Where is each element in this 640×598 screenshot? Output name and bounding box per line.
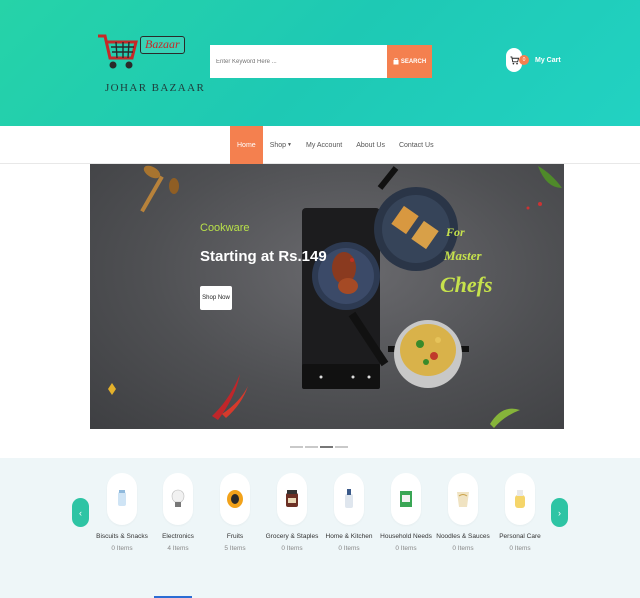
category-count: 0 Items xyxy=(509,545,531,552)
slider-dot[interactable] xyxy=(290,446,303,448)
papaya-icon xyxy=(220,473,250,525)
category-count: 0 Items xyxy=(281,545,303,552)
search-button[interactable]: SEARCH xyxy=(387,45,432,78)
category-item[interactable]: Household Needs 0 Items xyxy=(376,473,436,552)
chevron-left-icon[interactable]: ‹ xyxy=(72,498,89,527)
category-count: 0 Items xyxy=(452,545,474,552)
shopping-cart-logo-icon xyxy=(98,34,138,69)
slider-dots xyxy=(290,446,348,448)
category-name: Electronics xyxy=(162,533,194,540)
category-name: Fruits xyxy=(226,533,244,540)
nav-item-contact-us[interactable]: Contact Us xyxy=(392,126,441,164)
category-item[interactable]: Grocery & Staples 0 Items xyxy=(262,473,322,552)
nav-label: About Us xyxy=(356,141,385,149)
shop-now-button[interactable]: Shop Now xyxy=(200,286,232,310)
category-count: 0 Items xyxy=(395,545,417,552)
category-count: 0 Items xyxy=(111,545,133,552)
nav-item-about-us[interactable]: About Us xyxy=(349,126,392,164)
site-logo[interactable]: Bazaar JOHAR BAZAAR xyxy=(96,30,204,100)
logo-tag: Bazaar xyxy=(140,36,185,54)
badge-line3: Chefs xyxy=(440,272,493,297)
nav-label: Contact Us xyxy=(398,141,434,149)
search-input[interactable] xyxy=(210,45,387,78)
search-button-label: SEARCH xyxy=(400,58,427,65)
cream-bottle-icon xyxy=(505,473,535,525)
category-name: Home & Kitchen xyxy=(325,533,373,540)
kitchen-bottle-icon xyxy=(334,473,364,525)
bag-icon xyxy=(393,58,399,65)
nav-item-my-account[interactable]: My Account xyxy=(299,126,349,164)
cart-icon xyxy=(509,55,519,64)
wooden-spoon-icon xyxy=(140,165,179,213)
slider-dot[interactable] xyxy=(335,446,348,448)
star-anise xyxy=(108,383,116,395)
nav-label: Home xyxy=(237,141,256,149)
badge-line1: For xyxy=(445,225,465,239)
hero-banner[interactable]: For Master Chefs Cookware Starting at Rs… xyxy=(90,164,564,429)
slider-dot[interactable] xyxy=(305,446,318,448)
cart-link[interactable]: 0 My Cart xyxy=(506,48,561,72)
category-name: Grocery & Staples xyxy=(265,533,319,540)
pot-vegetables xyxy=(388,320,469,388)
main-nav: Home Shop ▼ My Account About Us Contact … xyxy=(0,126,640,164)
category-name: Biscuits & Snacks xyxy=(96,533,148,540)
cart-label[interactable]: My Cart xyxy=(535,57,561,64)
site-header: Bazaar JOHAR BAZAAR SEARCH 0 My Cart xyxy=(0,0,640,126)
cleaner-box-icon xyxy=(391,473,421,525)
nav-item-home[interactable]: Home xyxy=(230,126,263,164)
banner-title: Starting at Rs.149 xyxy=(200,248,327,265)
category-name: Noodles & Sauces xyxy=(436,533,490,540)
category-item[interactable]: Personal Care 0 Items xyxy=(490,473,550,552)
search-bar: SEARCH xyxy=(210,45,432,78)
snack-jar-icon xyxy=(107,473,137,525)
caret-down-icon: ▼ xyxy=(287,142,292,148)
grocery-jar-icon xyxy=(277,473,307,525)
logo-text: JOHAR BAZAAR xyxy=(105,82,206,94)
banner-subtitle: Cookware xyxy=(200,222,250,234)
slider-dot-active[interactable] xyxy=(320,446,333,448)
badge-line2: Master xyxy=(443,248,483,263)
category-count: 4 Items xyxy=(167,545,189,552)
category-name: Personal Care xyxy=(499,533,541,540)
cart-icon-wrap: 0 xyxy=(506,48,529,72)
category-count: 0 Items xyxy=(338,545,360,552)
category-item[interactable]: Electronics 4 Items xyxy=(148,473,208,552)
category-item[interactable]: Home & Kitchen 0 Items xyxy=(319,473,379,552)
cookware-artwork: For Master Chefs xyxy=(108,165,562,428)
leaf-sprig xyxy=(490,408,520,428)
nav-label: My Account xyxy=(306,141,343,149)
category-item[interactable]: Noodles & Sauces 0 Items xyxy=(433,473,493,552)
cart-count-badge: 0 xyxy=(519,55,529,65)
bulb-icon xyxy=(163,473,193,525)
category-name: Household Needs xyxy=(380,533,432,540)
nav-label: Shop xyxy=(269,141,287,149)
nav-item-shop[interactable]: Shop ▼ xyxy=(263,126,299,164)
category-item[interactable]: Fruits 5 Items xyxy=(205,473,265,552)
category-item[interactable]: Biscuits & Snacks 0 Items xyxy=(92,473,152,552)
chevron-right-icon[interactable]: › xyxy=(551,498,568,527)
noodles-pack-icon xyxy=(448,473,478,525)
category-count: 5 Items xyxy=(224,545,246,552)
